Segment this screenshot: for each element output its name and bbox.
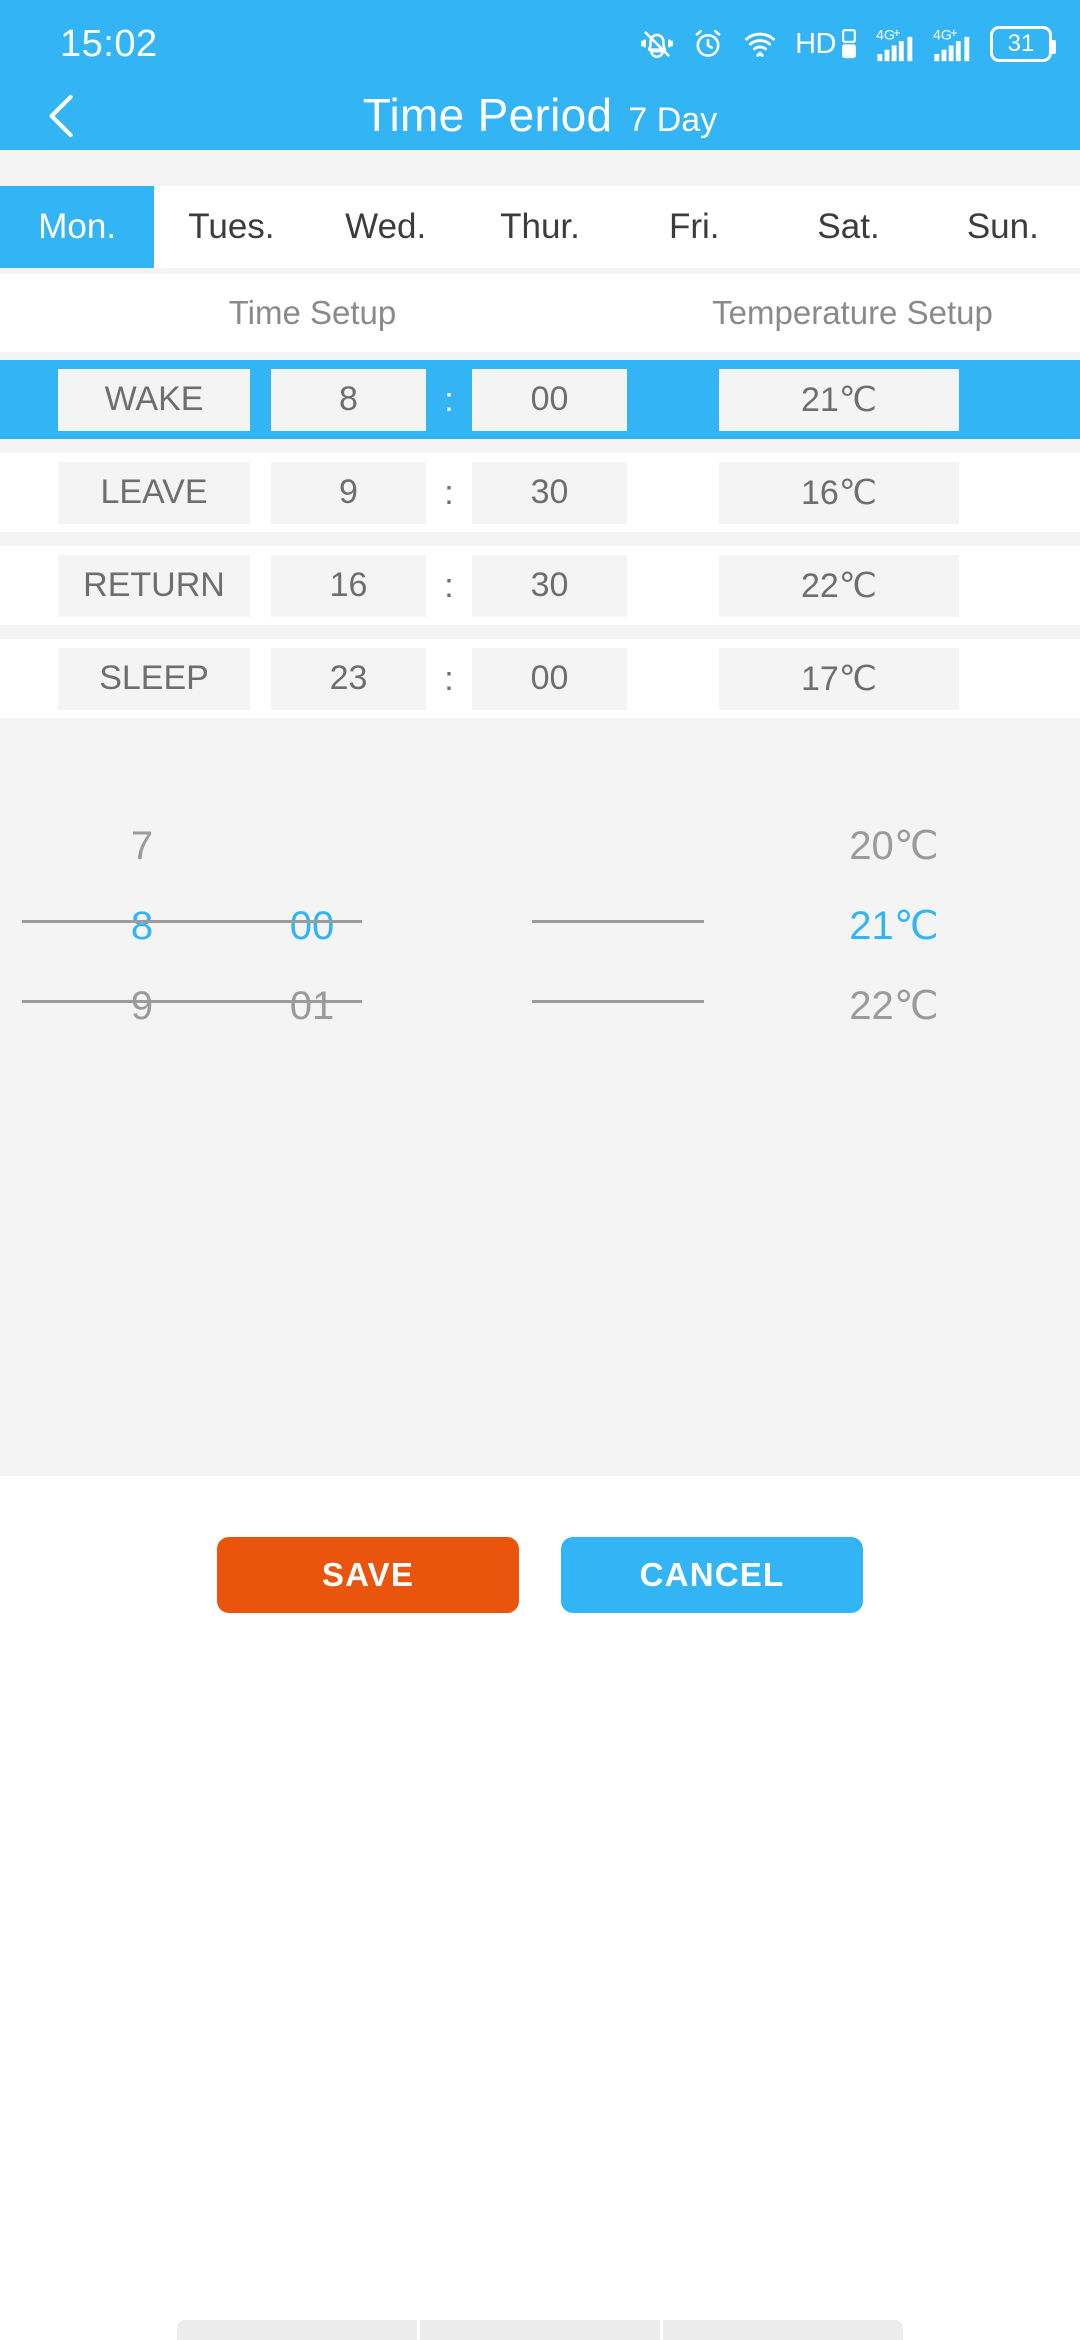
footer-actions: SAVE CANCEL xyxy=(0,1476,1080,1674)
day-tab-mon[interactable]: Mon. xyxy=(0,186,155,268)
nav-home-segment[interactable] xyxy=(420,2320,660,2340)
schedule-period-label[interactable]: LEAVE xyxy=(58,461,250,524)
temperature-option-selected[interactable]: 21℃ xyxy=(790,886,998,966)
signal-4g-plus-icon-2: 4G + xyxy=(933,23,973,65)
day-tab-label: Wed. xyxy=(345,207,427,246)
schedule-temperature-value[interactable]: 21℃ xyxy=(719,368,959,431)
schedule-hour-value[interactable]: 16 xyxy=(271,554,426,617)
schedule-minute-value[interactable]: 30 xyxy=(472,554,627,617)
minute-option-next[interactable]: 01 xyxy=(208,966,416,1046)
schedule-minute-value[interactable]: 00 xyxy=(472,647,627,710)
day-tab-fri[interactable]: Fri. xyxy=(617,186,772,268)
time-colon-separator: : xyxy=(444,473,454,512)
schedule-hour-value[interactable]: 8 xyxy=(271,368,426,431)
day-tab-sat[interactable]: Sat. xyxy=(771,186,926,268)
mute-bell-icon xyxy=(640,23,674,65)
cancel-button[interactable]: CANCEL xyxy=(561,1537,863,1613)
day-tab-label: Thur. xyxy=(500,207,580,246)
schedule-list: WAKE 8 : 00 21℃ LEAVE 9 : 30 16℃ RETURN … xyxy=(0,360,1080,718)
alarm-clock-icon xyxy=(691,23,725,65)
temperature-picker-wheel[interactable]: 20℃ 21℃ 22℃ xyxy=(790,718,998,1046)
value-picker-area[interactable]: 7 8 9 00 01 20℃ 21℃ 22℃ xyxy=(0,718,1080,1476)
day-tab-tues[interactable]: Tues. xyxy=(154,186,309,268)
temperature-option-previous[interactable]: 20℃ xyxy=(790,806,998,886)
day-tab-label: Sat. xyxy=(817,207,880,246)
time-picker-selection-line-bottom xyxy=(22,1000,362,1003)
title-group: Time Period 7 Day xyxy=(0,88,1080,142)
setup-column-headers: Time Setup Temperature Setup xyxy=(0,274,1080,352)
tabs-top-spacer xyxy=(0,150,1080,186)
temperature-option-next[interactable]: 22℃ xyxy=(790,966,998,1046)
schedule-hour-value[interactable]: 9 xyxy=(271,461,426,524)
day-tab-bar: Mon. Tues. Wed. Thur. Fri. Sat. Sun. xyxy=(0,186,1080,268)
schedule-row-return[interactable]: RETURN 16 : 30 22℃ xyxy=(0,546,1080,625)
battery-level-label: 31 xyxy=(990,26,1056,62)
minute-option-previous[interactable] xyxy=(208,806,416,886)
wifi-icon xyxy=(742,23,778,65)
schedule-row-sleep[interactable]: SLEEP 23 : 00 17℃ xyxy=(0,639,1080,718)
minute-option-selected[interactable]: 00 xyxy=(208,886,416,966)
schedule-period-label[interactable]: RETURN xyxy=(58,554,250,617)
time-colon-separator: : xyxy=(444,566,454,605)
schedule-row-wake[interactable]: WAKE 8 : 00 21℃ xyxy=(0,360,1080,439)
status-bar: 15:02 HD 4G + 4G + 31 xyxy=(0,0,1080,88)
hd-icon: HD xyxy=(795,23,859,65)
hd-label: HD xyxy=(795,27,836,60)
schedule-period-label[interactable]: SLEEP xyxy=(58,647,250,710)
time-picker-selection-line-top xyxy=(22,920,362,923)
schedule-temperature-value[interactable]: 22℃ xyxy=(719,554,959,617)
svg-text:+: + xyxy=(893,25,901,40)
day-tab-thur[interactable]: Thur. xyxy=(462,186,618,268)
title-bar: Time Period 7 Day xyxy=(0,88,1080,150)
schedule-minute-value[interactable]: 00 xyxy=(472,368,627,431)
time-setup-header: Time Setup xyxy=(228,294,397,331)
status-bar-icons: HD 4G + 4G + 31 xyxy=(640,23,1056,65)
battery-icon: 31 xyxy=(990,23,1056,65)
schedule-row-divider xyxy=(0,439,1080,453)
android-navigation-bar xyxy=(0,2298,1080,2340)
nav-back-segment[interactable] xyxy=(177,2320,417,2340)
signal-4g-plus-icon-1: 4G + xyxy=(876,23,916,65)
svg-text:+: + xyxy=(950,25,958,40)
temperature-setup-header: Temperature Setup xyxy=(712,294,993,331)
time-colon-separator: : xyxy=(444,659,454,698)
app-header: 15:02 HD 4G + 4G + 31 Time Period 7 Day xyxy=(0,0,1080,150)
page-title-subtitle: 7 Day xyxy=(628,101,718,139)
schedule-row-divider xyxy=(0,532,1080,546)
schedule-minute-value[interactable]: 30 xyxy=(472,461,627,524)
schedule-temperature-value[interactable]: 16℃ xyxy=(719,461,959,524)
day-tab-wed[interactable]: Wed. xyxy=(308,186,463,268)
schedule-hour-value[interactable]: 23 xyxy=(271,647,426,710)
day-tab-label: Fri. xyxy=(668,207,720,246)
minute-picker-wheel[interactable]: 00 01 xyxy=(208,718,416,1046)
temperature-picker-selection-line-bottom xyxy=(532,1000,704,1003)
day-tab-label: Sun. xyxy=(966,207,1039,246)
save-button[interactable]: SAVE xyxy=(217,1537,519,1613)
schedule-row-leave[interactable]: LEAVE 9 : 30 16℃ xyxy=(0,453,1080,532)
day-tab-label: Mon. xyxy=(38,207,117,246)
status-bar-clock: 15:02 xyxy=(60,22,158,65)
schedule-row-divider xyxy=(0,625,1080,639)
schedule-period-label[interactable]: WAKE xyxy=(58,368,250,431)
setup-headers-divider xyxy=(0,352,1080,360)
day-tab-sun[interactable]: Sun. xyxy=(925,186,1080,268)
nav-recents-segment[interactable] xyxy=(663,2320,903,2340)
schedule-temperature-value[interactable]: 17℃ xyxy=(719,647,959,710)
time-colon-separator: : xyxy=(444,380,454,419)
page-title: Time Period xyxy=(362,89,613,141)
day-tab-label: Tues. xyxy=(188,207,275,246)
temperature-picker-selection-line-top xyxy=(532,920,704,923)
